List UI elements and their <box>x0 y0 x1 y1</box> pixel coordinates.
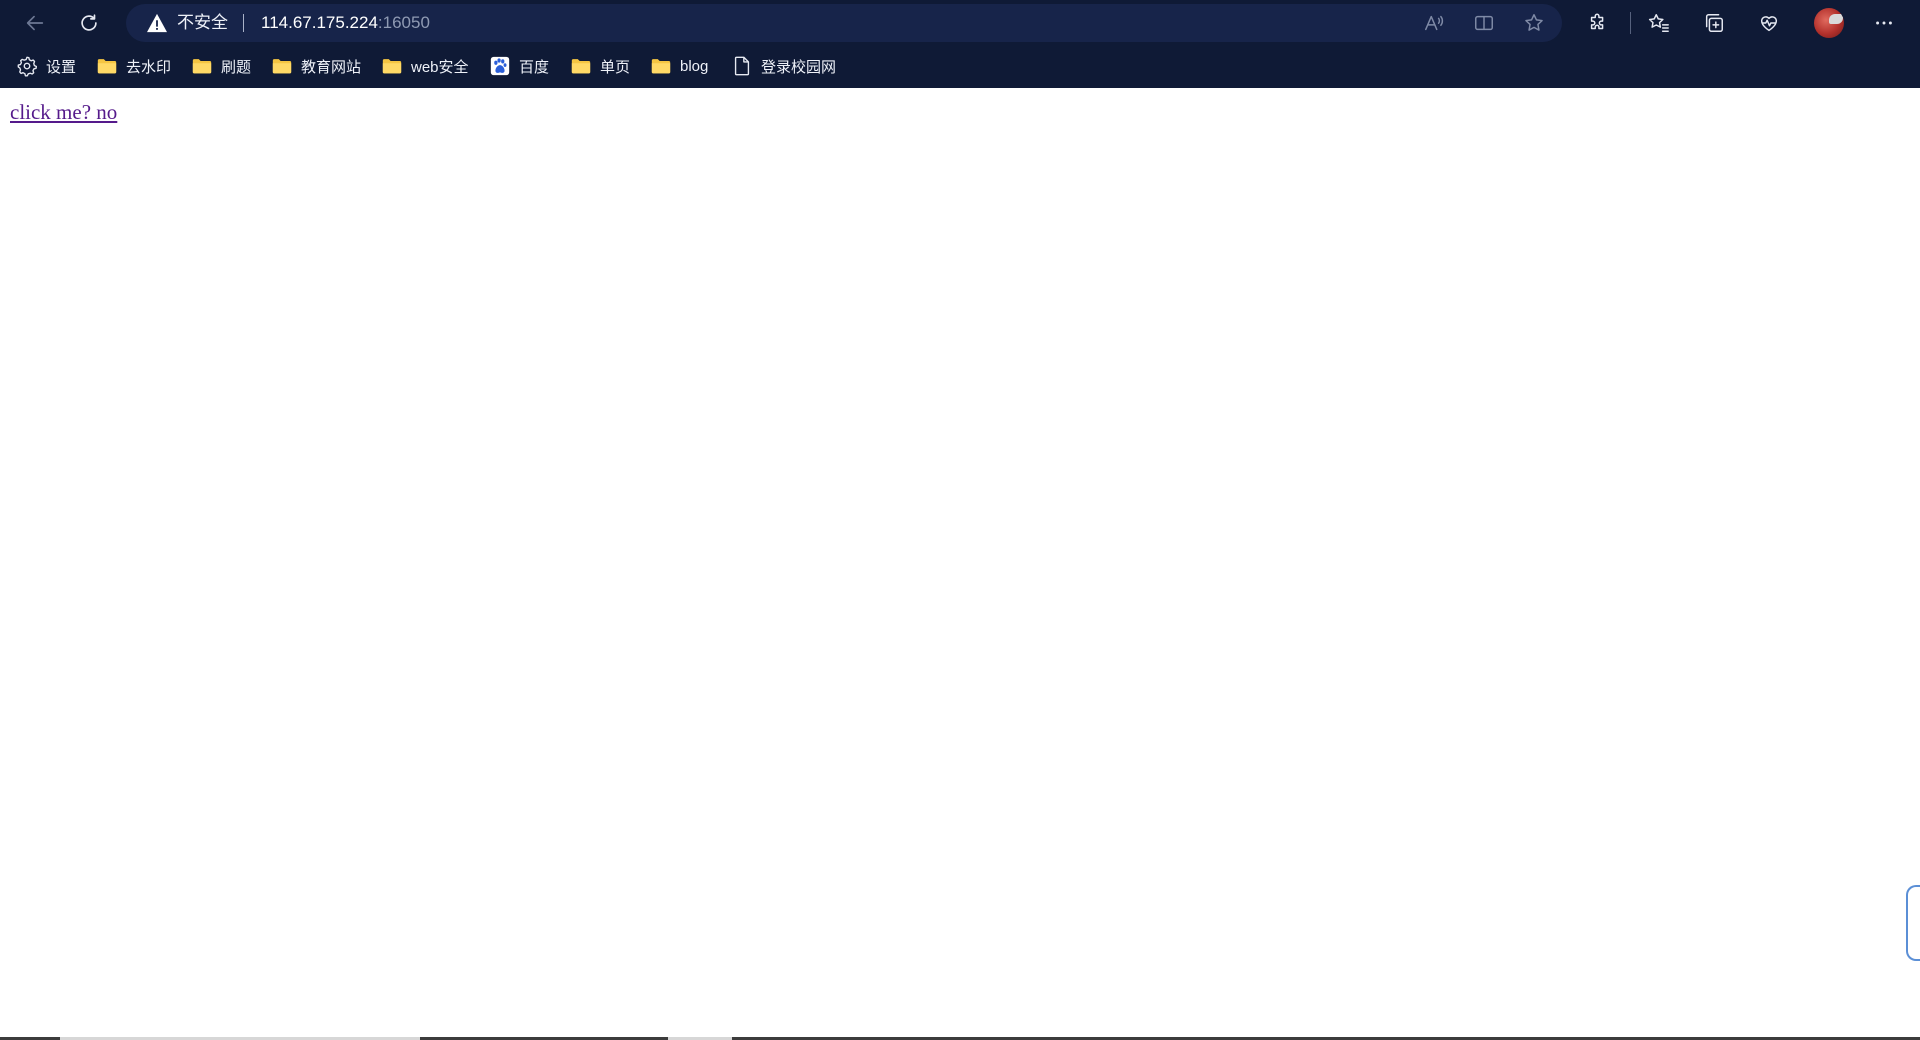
back-button[interactable] <box>16 4 54 42</box>
bookmark-label: 单页 <box>600 58 631 76</box>
favorites-button[interactable] <box>1640 4 1678 42</box>
more-horizontal-icon <box>1876 21 1892 25</box>
folder-icon <box>571 59 591 74</box>
heart-pulse-icon <box>1760 16 1778 32</box>
read-aloud-icon <box>1425 15 1444 31</box>
bookmark-label: 登录校园网 <box>761 58 837 76</box>
favorite-star-button[interactable] <box>1519 8 1549 38</box>
read-aloud-button[interactable] <box>1419 8 1449 38</box>
collections-icon <box>1705 14 1723 32</box>
gear-icon <box>17 56 38 77</box>
bookmark-folder-watermark[interactable]: 去水印 <box>96 53 171 79</box>
arrow-left-icon <box>26 15 44 31</box>
star-icon <box>1525 14 1543 31</box>
browser-toolbar: 不安全 114.67.175.224:16050 <box>0 0 1920 46</box>
bookmark-label: web安全 <box>411 58 469 76</box>
page-content: click me? no <box>0 88 1920 1040</box>
browser-essentials-button[interactable] <box>1750 4 1788 42</box>
puzzle-icon <box>1590 13 1604 30</box>
url-text[interactable]: 114.67.175.224:16050 <box>261 4 430 42</box>
address-bar[interactable]: 不安全 114.67.175.224:16050 <box>126 4 1562 42</box>
bookmark-label: 教育网站 <box>301 58 362 76</box>
bookmarks-bar: 设置 去水印 刷题 教育网站 web安全 百度 单页 blog 登录校园网 <box>0 46 1920 86</box>
sidebar-peek-handle[interactable] <box>1906 885 1920 961</box>
favorites-list-icon <box>1648 14 1669 32</box>
profile-avatar[interactable] <box>1814 8 1844 38</box>
bookmark-folder-education[interactable]: 教育网站 <box>271 53 361 79</box>
bookmark-folder-blog[interactable]: blog <box>650 53 708 79</box>
bookmark-settings[interactable]: 设置 <box>16 53 76 79</box>
bookmark-folder-web-security[interactable]: web安全 <box>381 53 469 79</box>
refresh-icon <box>81 14 97 31</box>
url-port: :16050 <box>377 13 430 32</box>
click-me-link[interactable]: click me? no <box>10 100 117 125</box>
bookmark-label: 百度 <box>519 58 550 76</box>
page-icon <box>734 56 750 76</box>
split-screen-icon <box>1475 15 1493 31</box>
url-host: 114.67.175.224 <box>261 13 378 32</box>
bookmark-campus-login[interactable]: 登录校园网 <box>731 53 836 79</box>
split-screen-button[interactable] <box>1469 8 1499 38</box>
address-divider <box>243 14 244 32</box>
folder-icon <box>192 59 212 74</box>
not-secure-label[interactable]: 不安全 <box>177 4 228 42</box>
bookmark-label: 去水印 <box>126 58 172 76</box>
bookmark-label: 刷题 <box>221 58 252 76</box>
reload-button[interactable] <box>70 4 108 42</box>
folder-icon <box>651 59 671 74</box>
warning-icon <box>147 13 167 33</box>
bookmark-baidu[interactable]: 百度 <box>489 53 549 79</box>
baidu-paw-icon <box>490 56 510 76</box>
collections-button[interactable] <box>1695 4 1733 42</box>
folder-icon <box>272 59 292 74</box>
extensions-button[interactable] <box>1579 4 1617 42</box>
bookmark-label: 设置 <box>46 58 77 76</box>
settings-more-button[interactable] <box>1865 4 1903 42</box>
folder-icon <box>382 59 402 74</box>
browser-chrome: 不安全 114.67.175.224:16050 设置 去水印 刷题 教育网站 … <box>0 0 1920 88</box>
folder-icon <box>97 59 117 74</box>
toolbar-divider <box>1630 12 1631 34</box>
bookmark-folder-single-page[interactable]: 单页 <box>570 53 630 79</box>
bookmark-folder-practice[interactable]: 刷题 <box>191 53 251 79</box>
bookmark-label: blog <box>680 57 709 75</box>
